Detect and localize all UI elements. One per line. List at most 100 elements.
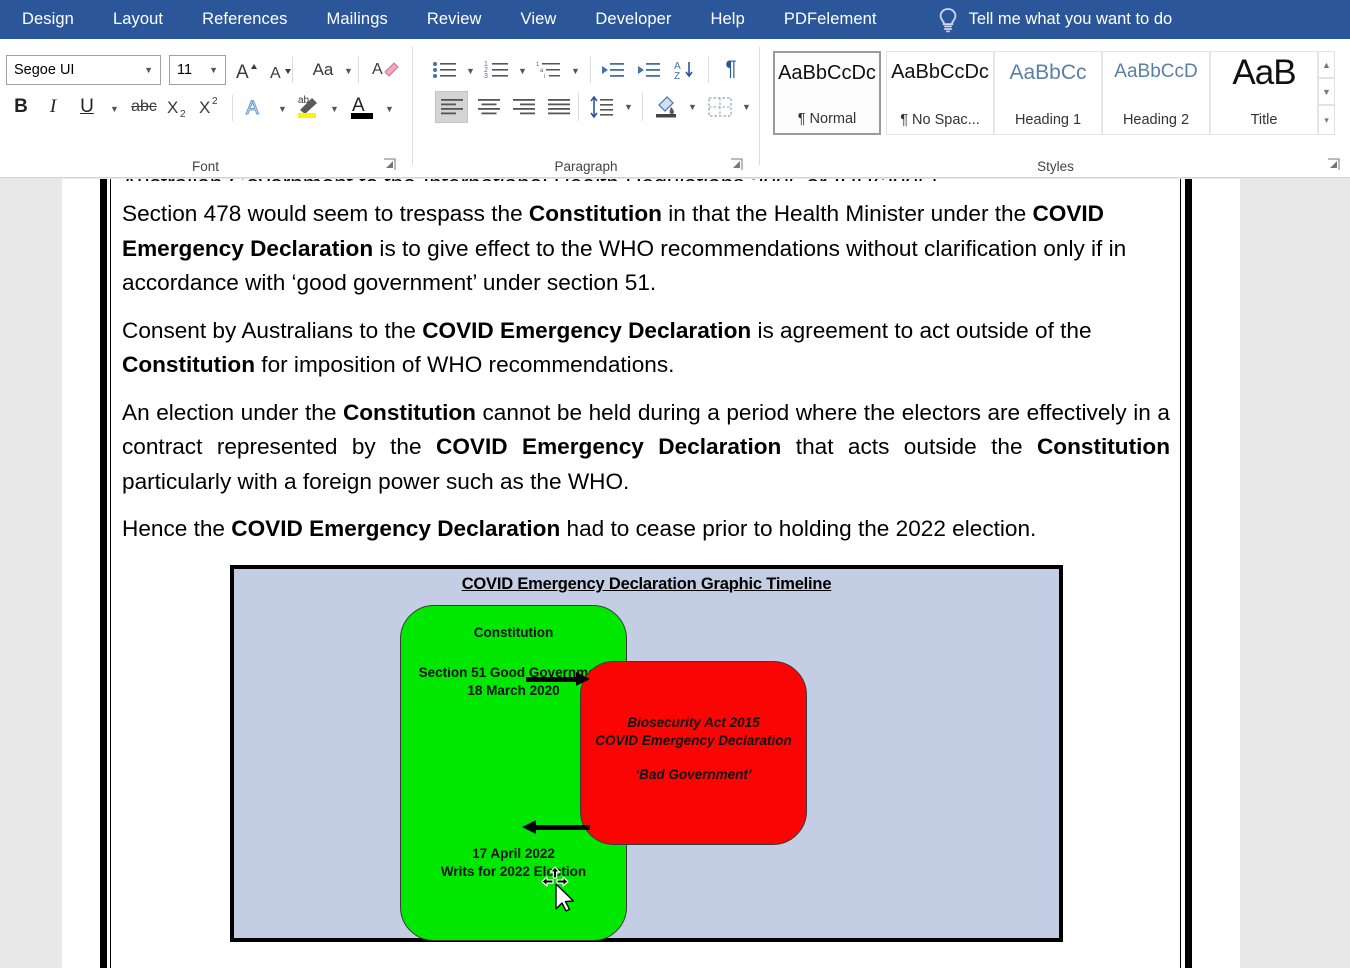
justify-button[interactable] [542, 91, 575, 123]
chevron-down-icon[interactable]: ▼ [518, 67, 527, 76]
lightbulb-icon [937, 7, 959, 33]
tab-references[interactable]: References [202, 10, 287, 29]
tab-design[interactable]: Design [22, 10, 74, 29]
strikethrough-button[interactable]: abc [128, 93, 160, 121]
diagram-title: COVID Emergency Declaration Graphic Time… [461, 575, 832, 593]
chevron-down-icon[interactable]: ▼ [742, 103, 751, 112]
text-frame-left-border [100, 179, 107, 968]
run-italic: (2005). [872, 179, 944, 181]
divider [578, 93, 579, 121]
paragraph-group-label: Paragraph [554, 159, 618, 174]
green-box-bottom-line-2: Writs for 2022 Election [440, 864, 587, 879]
document-page[interactable]: Australian Government to the Internation… [62, 179, 1240, 968]
style-sample: AaBbCcDc [778, 62, 876, 84]
chevron-down-icon[interactable]: ▼ [571, 67, 580, 76]
paragraph-section-478: Section 478 would seem to trespass the C… [122, 197, 1170, 301]
italic-button[interactable]: I [40, 93, 66, 121]
svg-text:A: A [372, 61, 383, 78]
styles-dialog-launcher[interactable] [1327, 158, 1341, 172]
chevron-down-icon[interactable]: ▼ [278, 105, 287, 114]
text-frame-right-inner-border [1180, 179, 1181, 968]
document-content[interactable]: Australian Government to the Internation… [122, 179, 1170, 560]
divider [708, 57, 709, 83]
paragraph-dialog-launcher[interactable] [730, 158, 744, 172]
paragraph-consent: Consent by Australians to the COVID Emer… [122, 314, 1170, 383]
text-effects-button[interactable]: A [242, 93, 270, 121]
styles-more-button[interactable]: ▾ [1318, 105, 1335, 135]
run-text: had to cease prior to holding the 2022 e… [560, 516, 1037, 541]
style-name: Heading 1 [1014, 112, 1082, 128]
tab-layout[interactable]: Layout [113, 10, 163, 29]
style-sample: AaB [1232, 53, 1296, 92]
tab-developer[interactable]: Developer [595, 10, 671, 29]
chevron-down-icon[interactable]: ▼ [110, 105, 119, 114]
run-italic: International Health Regulations 2005 [422, 179, 800, 181]
style-heading-1[interactable]: AaBbCc Heading 1 [994, 51, 1102, 135]
chevron-down-icon[interactable]: ▼ [466, 67, 475, 76]
change-case-button[interactable]: Aa [305, 55, 341, 85]
underline-button[interactable]: U [74, 93, 100, 121]
styles-group-label: Styles [1037, 159, 1074, 174]
text-highlight-color-button[interactable]: ab [294, 91, 324, 121]
divider [590, 57, 591, 83]
covid-timeline-diagram[interactable]: COVID Emergency Declaration Graphic Time… [230, 565, 1063, 942]
font-dialog-launcher[interactable] [383, 158, 397, 172]
run-bold: COVID Emergency Declaration [422, 317, 752, 343]
align-center-button[interactable] [472, 91, 505, 123]
show-paragraph-marks-button[interactable]: ¶ [716, 53, 746, 85]
chevron-down-icon[interactable]: ▼ [330, 105, 339, 114]
font-color-button[interactable]: A [348, 91, 378, 121]
run-text: Australian Government to the [122, 179, 422, 181]
svg-text:X: X [167, 98, 178, 117]
clear-formatting-button[interactable]: A [370, 55, 402, 85]
decrease-indent-button[interactable] [598, 55, 628, 85]
chevron-down-icon[interactable]: ▼ [624, 103, 633, 112]
multilevel-list-button[interactable]: 1 a i [534, 55, 564, 85]
subscript-button[interactable]: X2 [166, 93, 192, 121]
sort-button[interactable]: A Z [672, 55, 702, 85]
superscript-button[interactable]: X2 [198, 93, 224, 121]
chevron-down-icon[interactable]: ▼ [688, 103, 697, 112]
biosecurity-red-box[interactable]: Biosecurity Act 2015 COVID Emergency Dec… [580, 661, 807, 845]
divider [759, 47, 760, 165]
style-heading-2[interactable]: AaBbCcD Heading 2 [1102, 51, 1210, 135]
align-left-button[interactable] [435, 91, 468, 123]
font-size-combo[interactable]: 11 ▼ [169, 55, 226, 85]
tab-review[interactable]: Review [427, 10, 482, 29]
divider [642, 93, 643, 121]
style-no-spacing[interactable]: AaBbCcDc ¶ No Spac... [886, 51, 994, 135]
grow-font-button[interactable]: A [234, 55, 264, 85]
svg-text:A: A [236, 62, 249, 81]
svg-text:2: 2 [180, 109, 186, 119]
increase-indent-button[interactable] [634, 55, 664, 85]
line-spacing-button[interactable] [586, 91, 618, 123]
align-right-button[interactable] [507, 91, 540, 123]
styles-scroll-down-button[interactable]: ▼ [1318, 78, 1335, 105]
numbering-button[interactable]: 1 2 3 [482, 55, 512, 85]
tab-pdfelement[interactable]: PDFelement [784, 10, 877, 29]
tell-me-box[interactable]: Tell me what you want to do [937, 7, 1173, 33]
run-text: particularly with a foreign power such a… [122, 468, 630, 494]
run-bold: Constitution [122, 352, 256, 377]
tab-view[interactable]: View [521, 10, 557, 29]
style-normal[interactable]: AaBbCcDc ¶ Normal [773, 51, 881, 135]
tab-help[interactable]: Help [711, 10, 745, 29]
style-title[interactable]: AaB Title [1210, 51, 1318, 135]
chevron-down-icon[interactable]: ▼ [344, 67, 353, 76]
font-name-combo[interactable]: Segoe UI ▼ [6, 55, 161, 85]
run-bold: COVID Emergency Declaration [231, 516, 561, 541]
shading-button[interactable] [650, 91, 682, 123]
document-area[interactable]: Australian Government to the Internation… [0, 179, 1350, 968]
divider [412, 47, 413, 165]
bold-button[interactable]: B [8, 93, 34, 121]
styles-scroll-up-button[interactable]: ▲ [1318, 51, 1335, 78]
svg-text:A: A [246, 98, 259, 119]
run-text: that acts outside the [781, 434, 1037, 459]
styles-group: AaBbCcDc ¶ Normal AaBbCcDc ¶ No Spac... … [761, 39, 1350, 178]
chevron-down-icon[interactable]: ▼ [385, 105, 394, 114]
borders-button[interactable] [704, 91, 736, 123]
tell-me-label: Tell me what you want to do [968, 10, 1173, 28]
tab-mailings[interactable]: Mailings [327, 10, 388, 29]
bullets-button[interactable] [430, 55, 460, 85]
move-cursor [541, 866, 581, 912]
